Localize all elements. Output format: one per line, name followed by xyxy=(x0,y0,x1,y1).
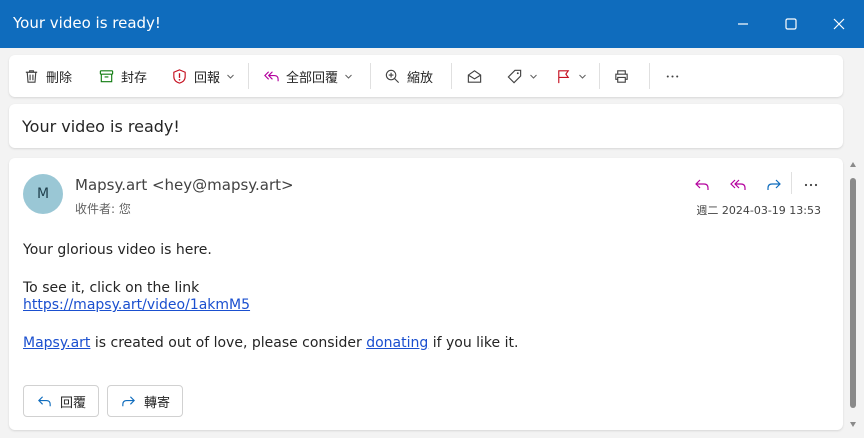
window-title: Your video is ready! xyxy=(13,14,161,32)
body-line: To see it, click on the link xyxy=(23,280,200,296)
delete-button[interactable]: 刪除 xyxy=(23,64,72,88)
chevron-down-icon[interactable] xyxy=(578,72,587,81)
sender-name[interactable]: Mapsy.art <hey@mapsy.art> xyxy=(75,176,294,194)
forward-button[interactable]: 轉寄 xyxy=(107,385,184,417)
reply-all-button[interactable]: 全部回覆 xyxy=(263,64,353,88)
reply-all-label: 全部回覆 xyxy=(286,70,339,86)
report-button[interactable]: 回報 xyxy=(171,64,235,88)
reply-all-icon-button[interactable] xyxy=(727,174,749,196)
forward-label: 轉寄 xyxy=(144,395,171,411)
report-label: 回報 xyxy=(194,70,221,86)
mapsy-link[interactable]: Mapsy.art xyxy=(23,335,90,351)
message-more-button[interactable] xyxy=(800,174,822,196)
reply-all-icon xyxy=(730,179,746,190)
delete-label: 刪除 xyxy=(46,70,73,86)
body-text: if you like it. xyxy=(428,335,519,351)
archive-button[interactable]: 封存 xyxy=(98,64,147,88)
recipient-line: 收件者: 您 xyxy=(75,200,131,217)
toolbar-divider xyxy=(451,63,452,89)
archive-label: 封存 xyxy=(121,70,148,86)
message-subject: Your video is ready! xyxy=(22,117,180,136)
shield-alert-icon xyxy=(173,68,186,84)
toolbar-divider xyxy=(599,63,600,89)
close-icon xyxy=(833,18,845,30)
reply-icon-button[interactable] xyxy=(691,174,713,196)
body-text: is created out of love, please consider xyxy=(90,335,367,351)
zoom-label: 縮放 xyxy=(407,70,434,86)
message-body: Your glorious video is here. To see it, … xyxy=(23,242,518,352)
donating-link[interactable]: donating xyxy=(366,335,428,351)
flag-icon xyxy=(558,69,570,83)
recipient-label: 收件者: xyxy=(75,202,116,216)
avatar[interactable]: M xyxy=(23,174,63,214)
reply-icon xyxy=(38,395,51,406)
message-date: 週二 2024-03-19 13:53 xyxy=(696,204,821,217)
more-icon xyxy=(804,183,818,187)
body-line: Your glorious video is here. xyxy=(23,242,212,258)
trash-icon xyxy=(25,69,38,83)
command-toolbar: 刪除 封存 回報 全部回覆 縮放 xyxy=(9,55,843,97)
chevron-down-icon[interactable] xyxy=(226,72,235,81)
categorize-button[interactable] xyxy=(506,64,538,88)
scrollbar-thumb[interactable] xyxy=(850,178,856,408)
print-button[interactable] xyxy=(613,64,630,88)
scroll-up-icon[interactable] xyxy=(850,162,856,167)
video-link[interactable]: https://mapsy.art/video/1akmM5 xyxy=(23,297,250,313)
chevron-down-icon[interactable] xyxy=(344,72,353,81)
actions-divider xyxy=(791,172,792,194)
zoom-icon xyxy=(385,69,400,83)
printer-icon xyxy=(615,69,628,83)
maximize-icon xyxy=(785,18,797,30)
more-options-button[interactable] xyxy=(664,64,681,88)
forward-icon-button[interactable] xyxy=(763,174,785,196)
minimize-button[interactable] xyxy=(731,12,755,36)
envelope-open-icon xyxy=(467,69,482,83)
minimize-icon xyxy=(738,23,748,25)
body-line: Mapsy.art is created out of love, please… xyxy=(23,335,518,352)
more-icon xyxy=(666,74,679,78)
toolbar-divider xyxy=(649,63,650,89)
message-card: M Mapsy.art <hey@mapsy.art> 收件者: 您 週二 20… xyxy=(9,158,843,430)
reply-all-icon xyxy=(264,70,279,81)
maximize-button[interactable] xyxy=(779,12,803,36)
zoom-button[interactable]: 縮放 xyxy=(384,64,433,88)
title-bar: Your video is ready! xyxy=(0,0,864,48)
chevron-down-icon[interactable] xyxy=(529,72,538,81)
mark-read-button[interactable] xyxy=(466,64,483,88)
subject-bar: Your video is ready! xyxy=(9,104,843,148)
archive-icon xyxy=(99,69,114,82)
forward-icon xyxy=(767,179,781,190)
tag-icon xyxy=(507,69,522,83)
forward-icon xyxy=(122,395,135,406)
toolbar-divider xyxy=(370,63,371,89)
toolbar-divider xyxy=(248,63,249,89)
reply-label: 回覆 xyxy=(60,395,87,411)
flag-button[interactable] xyxy=(555,64,587,88)
close-button[interactable] xyxy=(827,12,851,36)
scroll-down-icon[interactable] xyxy=(850,422,856,427)
reply-button[interactable]: 回覆 xyxy=(23,385,100,417)
reply-icon xyxy=(695,179,709,190)
recipient-name[interactable]: 您 xyxy=(119,202,131,216)
